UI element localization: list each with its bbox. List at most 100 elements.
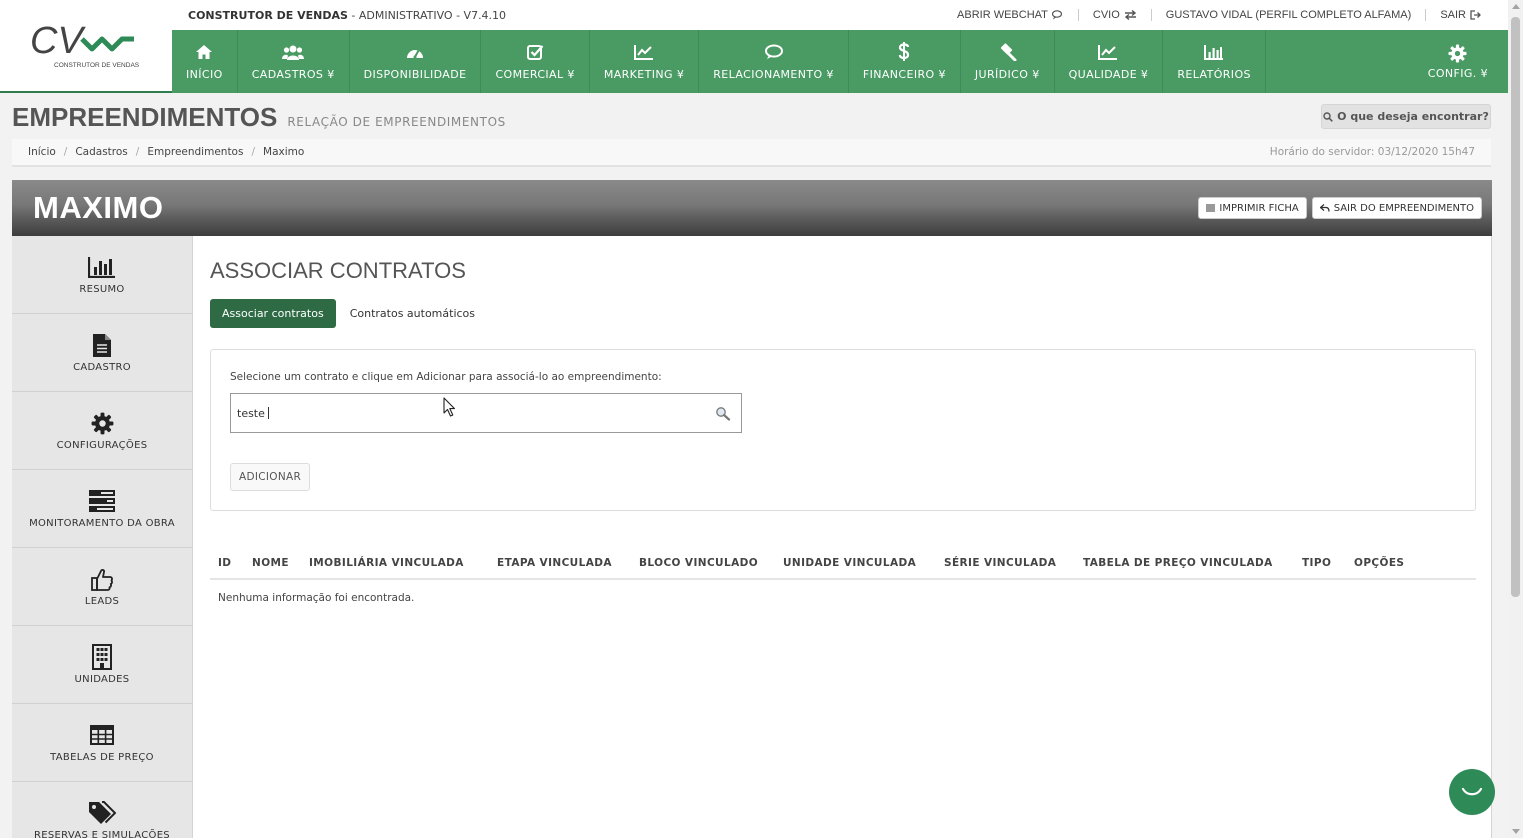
gavel-icon (1000, 43, 1017, 61)
global-search-label: O que deseja encontrar? (1337, 110, 1489, 123)
svg-text:CONSTRUTOR DE VENDAS: CONSTRUTOR DE VENDAS (54, 62, 140, 69)
scroll-down-arrow[interactable] (1512, 829, 1520, 834)
building-icon (92, 644, 112, 670)
print-sheet-button[interactable]: IMPRIMIR FICHA (1198, 197, 1307, 219)
sidebar-label: UNIDADES (74, 674, 130, 685)
column-header[interactable]: TABELA DE PREÇO VINCULADA (1083, 557, 1273, 569)
sidebar-label: RESERVAS E SIMULAÇÕES (34, 830, 170, 838)
add-button[interactable]: ADICIONAR (230, 463, 311, 491)
app-brand: CONSTRUTOR DE VENDAS - ADMINISTRATIVO - … (188, 9, 506, 22)
column-header[interactable]: UNIDADE VINCULADA (783, 557, 916, 569)
svg-text:CV: CV (30, 21, 86, 62)
nav-label: COMERCIAL ¥ (495, 68, 575, 81)
exit-project-label: SAIR DO EMPREENDIMENTO (1333, 202, 1474, 214)
scroll-up-arrow[interactable] (1512, 4, 1520, 9)
search-icon[interactable] (715, 406, 731, 421)
breadcrumb: Início / Cadastros / Empreendimentos / Maximo (28, 146, 304, 158)
sidebar-item-reservas[interactable]: RESERVAS E SIMULAÇÕES (12, 782, 192, 838)
project-name: MAXIMO (33, 190, 164, 225)
breadcrumb-cadastros[interactable]: Cadastros (75, 146, 127, 158)
column-header[interactable]: ID (218, 557, 231, 569)
breadcrumb-inicio[interactable]: Início (28, 146, 56, 158)
sidebar-item-configuracoes[interactable]: CONFIGURAÇÕES (12, 392, 192, 470)
logo[interactable]: CV CONSTRUTOR DE VENDAS (0, 0, 172, 93)
sidebar-item-leads[interactable]: LEADS (12, 548, 192, 626)
nav-label: QUALIDADE ¥ (1068, 68, 1149, 81)
scroll-thumb[interactable] (1511, 17, 1520, 597)
chat-widget-button[interactable] (1449, 769, 1495, 815)
breadcrumb-separator: / (251, 146, 256, 158)
thumbs-up-icon (91, 568, 113, 591)
open-webchat-link[interactable]: ABRIR WEBCHAT (943, 9, 1079, 21)
server-time: Horário do servidor: 03/12/2020 15h47 (1269, 146, 1475, 158)
sign-out-icon (1470, 10, 1481, 20)
sidebar-label: TABELAS DE PREÇO (50, 752, 154, 763)
tab-associar-contratos[interactable]: Associar contratos (210, 299, 336, 328)
nav-relacionamento[interactable]: RELACIONAMENTO ¥ (699, 30, 849, 93)
column-header[interactable]: BLOCO VINCULADO (639, 557, 758, 569)
page-subtitle: RELAÇÃO DE EMPREENDIMENTOS (287, 115, 506, 129)
nav-disponibilidade[interactable]: DISPONIBILIDADE (350, 30, 482, 93)
line-chart-icon (634, 45, 654, 60)
column-header[interactable]: IMOBILIÁRIA VINCULADA (309, 557, 464, 569)
project-sidebar: RESUMO CADASTRO CONFIGURAÇÕES MONITORAME… (12, 236, 193, 838)
nav-marketing[interactable]: MARKETING ¥ (590, 30, 700, 93)
column-header[interactable]: TIPO (1302, 557, 1331, 569)
nav-qualidade[interactable]: QUALIDADE ¥ (1055, 30, 1164, 93)
nav-cadastros[interactable]: CADASTROS ¥ (238, 30, 350, 93)
sidebar-item-resumo[interactable]: RESUMO (12, 236, 192, 314)
cvio-label: CVIO (1092, 9, 1120, 21)
top-bar: CONSTRUTOR DE VENDAS - ADMINISTRATIVO - … (172, 0, 1508, 30)
main-content: ASSOCIAR CONTRATOS Associar contratos Co… (193, 236, 1492, 838)
tab-group: Associar contratos Contratos automáticos (210, 299, 487, 328)
check-square-icon (526, 45, 543, 60)
user-profile-link[interactable]: GUSTAVO VIDAL (PERFIL COMPLETO ALFAMA) (1152, 9, 1427, 21)
nav-relatorios[interactable]: RELATÓRIOS (1163, 30, 1266, 93)
nav-juridico[interactable]: JURÍDICO ¥ (961, 30, 1055, 93)
list-icon (1206, 204, 1216, 212)
nav-label: FINANCEIRO ¥ (862, 68, 946, 81)
nav-config[interactable]: CONFIG. ¥ (1408, 30, 1508, 93)
nav-label: RELACIONAMENTO ¥ (713, 68, 834, 81)
sidebar-item-unidades[interactable]: UNIDADES (12, 626, 192, 704)
sidebar-item-tabelas-preco[interactable]: TABELAS DE PREÇO (12, 704, 192, 782)
text-cursor (267, 407, 269, 419)
nav-label: RELATÓRIOS (1177, 68, 1251, 81)
tab-contratos-automaticos[interactable]: Contratos automáticos (338, 299, 487, 328)
column-header[interactable]: NOME (252, 557, 289, 569)
contract-search-value: teste (237, 406, 265, 420)
project-actions: IMPRIMIR FICHA SAIR DO EMPREENDIMENTO (1198, 197, 1482, 219)
sidebar-item-cadastro[interactable]: CADASTRO (12, 314, 192, 392)
column-header[interactable]: SÉRIE VINCULADA (944, 557, 1056, 569)
contract-search-input[interactable]: teste (230, 393, 742, 433)
logout-label: SAIR (1440, 9, 1466, 21)
line-chart-icon (1098, 45, 1118, 60)
nav-label: JURÍDICO ¥ (974, 68, 1040, 81)
cvio-link[interactable]: CVIO (1079, 9, 1152, 21)
nav-financeiro[interactable]: FINANCEIRO ¥ (849, 30, 961, 93)
breadcrumb-empreendimentos[interactable]: Empreendimentos (147, 146, 243, 158)
table-header: ID NOME IMOBILIÁRIA VINCULADA ETAPA VINC… (210, 550, 1476, 580)
brand-version: - ADMINISTRATIVO - V7.4.10 (347, 8, 507, 22)
project-header: MAXIMO IMPRIMIR FICHA SAIR DO EMPREENDIM… (12, 180, 1492, 236)
global-search-button[interactable]: O que deseja encontrar? (1321, 104, 1491, 129)
sidebar-item-monitoramento[interactable]: MONITORAMENTO DA OBRA (12, 470, 192, 548)
page-title: EMPREENDIMENTOS (12, 102, 278, 132)
column-header[interactable]: ETAPA VINCULADA (497, 557, 612, 569)
nav-label: INÍCIO (186, 68, 223, 81)
page-scrollbar[interactable] (1508, 0, 1523, 838)
logout-link[interactable]: SAIR (1426, 9, 1492, 21)
bar-chart-icon (1204, 45, 1224, 60)
exit-project-button[interactable]: SAIR DO EMPREENDIMENTO (1311, 197, 1482, 219)
webchat-label: ABRIR WEBCHAT (957, 9, 1048, 21)
reply-icon (1319, 204, 1330, 212)
gear-icon (91, 412, 113, 434)
tags-icon (89, 801, 116, 824)
dashboard-icon (407, 49, 424, 58)
nav-label: CADASTROS ¥ (251, 68, 335, 81)
nav-inicio[interactable]: INÍCIO (172, 30, 238, 93)
nav-comercial[interactable]: COMERCIAL ¥ (481, 30, 590, 93)
breadcrumb-separator: / (63, 146, 68, 158)
exchange-icon (1124, 10, 1136, 20)
page-header: EMPREENDIMENTOS RELAÇÃO DE EMPREENDIMENT… (12, 102, 506, 133)
